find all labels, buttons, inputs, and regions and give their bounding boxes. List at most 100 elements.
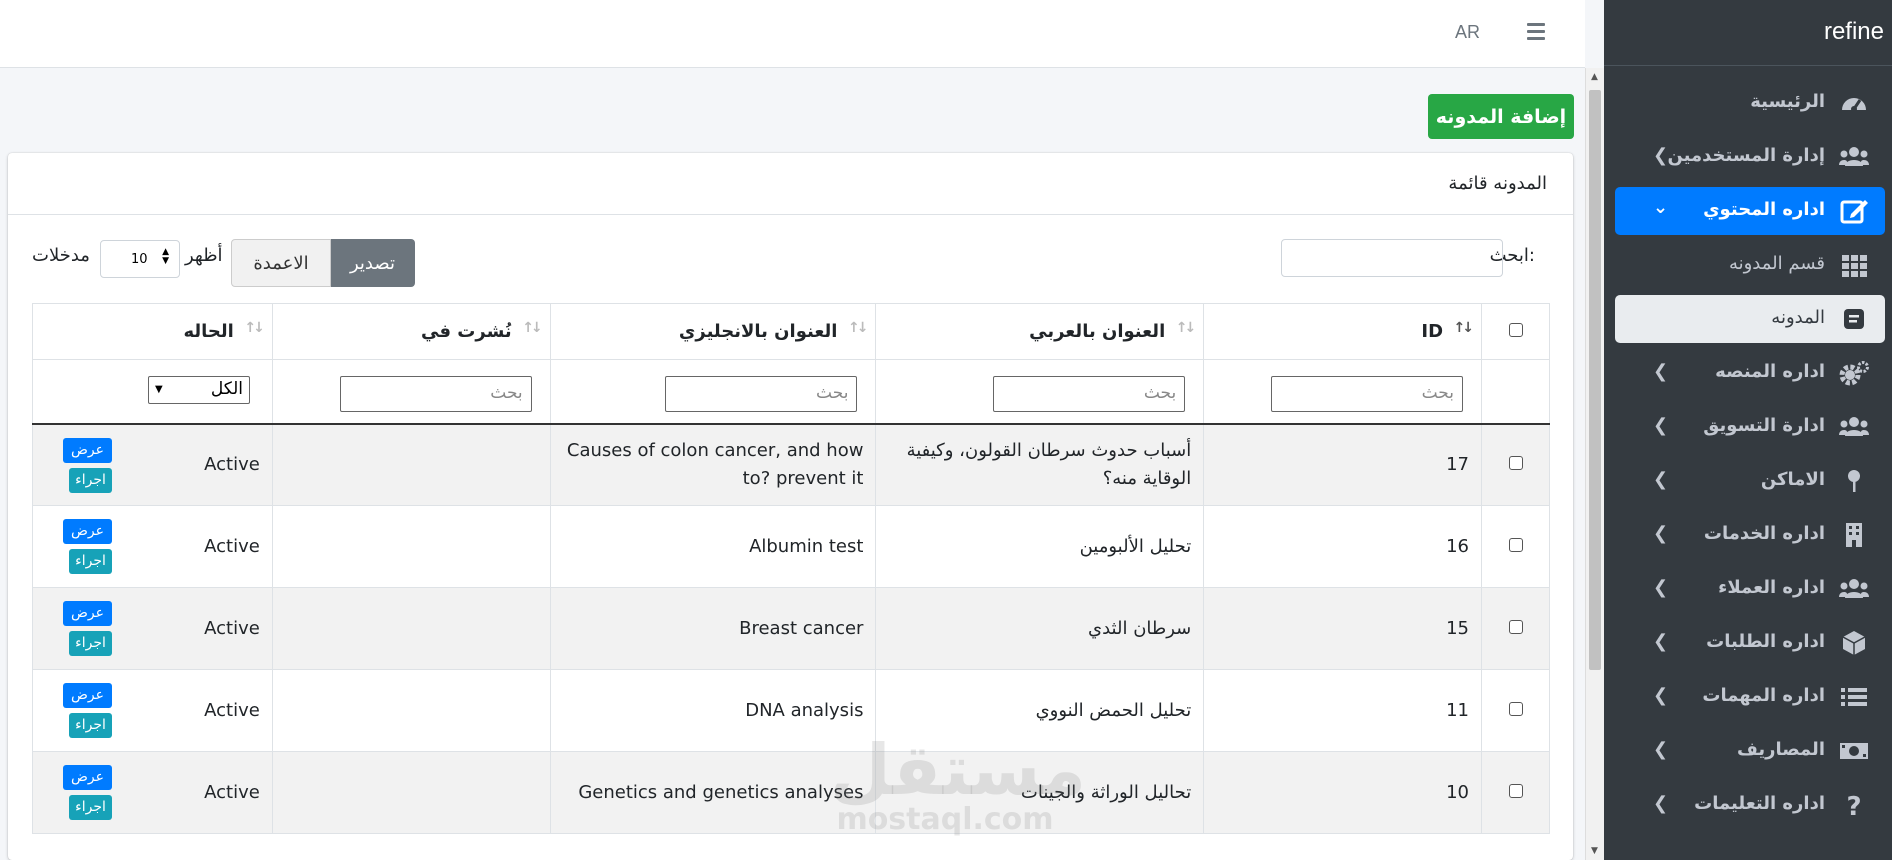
title-en-cell: DNA analysis	[549, 669, 877, 752]
row-checkbox-cell	[1481, 505, 1550, 588]
column-header-id[interactable]: ID ↑↓	[1203, 303, 1483, 360]
sidebar-item-blog[interactable]: المدونه	[1615, 295, 1885, 343]
sidebar-item-blog-category[interactable]: قسم المدونه	[1615, 241, 1885, 289]
row-checkbox[interactable]	[1509, 701, 1523, 716]
view-button[interactable]: عرض	[63, 765, 112, 790]
sidebar-item-label: اداره المهمات	[1702, 685, 1825, 706]
sidebar-item-tasks[interactable]: اداره المهمات ❮	[1615, 673, 1885, 721]
title-en-filter-input[interactable]: بحث	[665, 376, 858, 412]
scrollbar-thumb[interactable]	[1589, 90, 1601, 670]
title-ar-filter-cell: بحث	[875, 359, 1205, 425]
sidebar-item-content-management[interactable]: اداره المحتوي ⌄	[1615, 187, 1885, 235]
card-title: المدونه قائمة	[1448, 173, 1547, 194]
users-icon	[1839, 417, 1869, 436]
entries-label: مدخلات	[32, 245, 90, 266]
sidebar-item-home[interactable]: الرئيسية	[1615, 79, 1885, 127]
action-button[interactable]: اجراء	[69, 467, 112, 493]
action-button[interactable]: اجراء	[69, 713, 112, 738]
sidebar-item-label: إدارة المستخدمين	[1667, 145, 1825, 166]
column-header-title-en[interactable]: العنوان بالانجليزي ↑↓	[549, 303, 877, 360]
sidebar-item-places[interactable]: الاماكن ❮	[1615, 457, 1885, 505]
title-en-cell: Breast cancer	[549, 587, 877, 670]
top-navbar: AR	[0, 0, 1585, 68]
sidebar-item-label: اداره التعليمات	[1694, 793, 1825, 814]
sidebar: refine الرئيسية إدارة المستخدمين ❮ اداره…	[1604, 0, 1892, 860]
scroll-down-arrow-icon[interactable]: ▼	[1591, 846, 1598, 856]
card-header: المدونه قائمة	[8, 153, 1573, 215]
row-checkbox[interactable]	[1509, 455, 1523, 470]
add-blog-button[interactable]: إضافة المدونه	[1428, 94, 1574, 139]
sidebar-item-user-management[interactable]: إدارة المستخدمين ❮	[1615, 133, 1885, 181]
select-all-checkbox[interactable]	[1509, 323, 1523, 337]
search-input[interactable]	[1281, 239, 1503, 277]
title-en-cell: Albumin test	[549, 505, 877, 588]
view-button[interactable]: عرض	[63, 601, 112, 626]
question-icon: ?	[1846, 792, 1861, 818]
sidebar-item-label: الاماكن	[1760, 469, 1825, 490]
sidebar-item-marketing[interactable]: ادارة التسويق ❮	[1615, 403, 1885, 451]
published-filter-cell: بحث	[271, 359, 551, 425]
row-actions: عرض اجراء	[63, 519, 112, 574]
action-button[interactable]: اجراء	[69, 549, 112, 574]
sidebar-item-label: اداره الطلبات	[1706, 631, 1825, 652]
published-cell	[271, 751, 551, 834]
money-icon	[1840, 743, 1868, 759]
title-en-cell: Genetics and genetics analyses	[549, 751, 877, 834]
sidebar-item-platform-management[interactable]: اداره المنصه ❮	[1615, 349, 1885, 397]
export-button[interactable]: تصدير	[330, 239, 415, 287]
status-cell: عرض اجراء Active	[32, 669, 273, 752]
page-length-select[interactable]: 10 ▲ ▼	[100, 240, 180, 278]
sidebar-item-label: ادارة التسويق	[1703, 415, 1825, 436]
sort-icon: ↑↓	[244, 320, 265, 336]
chevron-left-icon: ❮	[1653, 577, 1669, 598]
list-icon	[1841, 688, 1867, 706]
column-header-title-ar[interactable]: العنوان بالعربي ↑↓	[875, 303, 1205, 360]
sidebar-item-orders[interactable]: اداره الطلبات ❮	[1615, 619, 1885, 667]
row-checkbox-cell	[1481, 423, 1550, 506]
sidebar-item-services[interactable]: اداره الخدمات ❮	[1615, 511, 1885, 559]
grid-icon	[1842, 255, 1867, 277]
id-cell: 10	[1203, 751, 1483, 834]
language-switch[interactable]: AR	[1455, 22, 1480, 43]
column-header-published[interactable]: نُشرت في ↑↓	[271, 303, 551, 360]
column-header-status[interactable]: الحاله ↑↓	[32, 303, 273, 360]
row-checkbox[interactable]	[1509, 537, 1523, 552]
chevron-left-icon: ❮	[1653, 469, 1669, 490]
action-button[interactable]: اجراء	[69, 631, 112, 656]
status-cell: عرض اجراء Active	[32, 587, 273, 670]
view-button[interactable]: عرض	[63, 519, 112, 544]
action-button[interactable]: اجراء	[69, 795, 112, 820]
page-scrollbar[interactable]: ▲ ▼	[1585, 68, 1604, 860]
published-filter-input[interactable]: بحث	[339, 376, 532, 412]
building-icon	[1846, 523, 1862, 547]
sidebar-item-label: اداره الخدمات	[1703, 523, 1825, 544]
blog-list-card: المدونه قائمة ابحث: تصدير الاعمدة أظهر 1…	[8, 153, 1573, 860]
scroll-up-arrow-icon[interactable]: ▲	[1591, 72, 1598, 82]
row-actions: عرض اجراء	[63, 683, 112, 738]
table-row: عرض اجراء Active Genetics and genetics a…	[32, 751, 1550, 834]
view-button[interactable]: عرض	[63, 437, 112, 463]
title-en-cell: Causes of colon cancer, and how to? prev…	[549, 423, 877, 506]
row-checkbox[interactable]	[1509, 783, 1523, 798]
columns-button[interactable]: الاعمدة	[231, 239, 331, 287]
brand-logo[interactable]: refine	[1604, 0, 1892, 66]
sidebar-item-clients[interactable]: اداره العملاء ❮	[1615, 565, 1885, 613]
id-filter-cell: بحث	[1203, 359, 1483, 425]
row-checkbox[interactable]	[1509, 619, 1523, 634]
view-button[interactable]: عرض	[63, 683, 112, 708]
dashboard-icon	[1842, 98, 1866, 112]
row-checkbox-cell	[1481, 669, 1550, 752]
page-length-value: 10	[131, 252, 148, 267]
sidebar-item-expenses[interactable]: المصاريف ❮	[1615, 727, 1885, 775]
status-filter-select[interactable]: الكل ▼	[148, 376, 250, 404]
hamburger-menu-icon[interactable]	[1527, 23, 1545, 44]
cogs-icon	[1839, 361, 1869, 386]
title-ar-filter-input[interactable]: بحث	[993, 376, 1186, 412]
sidebar-item-label: المصاريف	[1736, 739, 1825, 760]
id-cell: 11	[1203, 669, 1483, 752]
id-cell: 17	[1203, 423, 1483, 506]
id-filter-input[interactable]: بحث	[1271, 376, 1464, 412]
filter-row: الكل ▼ بحث بحث بحث بحث	[32, 359, 1550, 425]
sidebar-item-instructions[interactable]: ? اداره التعليمات ❮	[1615, 781, 1885, 829]
table-header-row: الحاله ↑↓ نُشرت في ↑↓ العنوان بالانجليزي ↑↓…	[32, 303, 1550, 360]
